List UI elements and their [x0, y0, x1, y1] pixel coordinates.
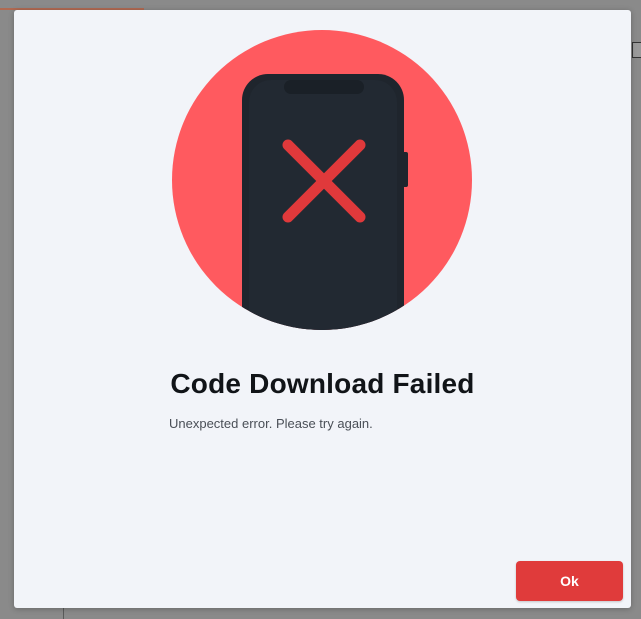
error-dialog: Code Download Failed Unexpected error. P…	[14, 10, 631, 608]
ok-button[interactable]: Ok	[516, 561, 623, 601]
background-collapse-icon	[632, 42, 641, 58]
dialog-title: Code Download Failed	[170, 368, 475, 399]
phone-error-icon	[172, 30, 472, 330]
dialog-message: Unexpected error. Please try again.	[169, 416, 373, 431]
